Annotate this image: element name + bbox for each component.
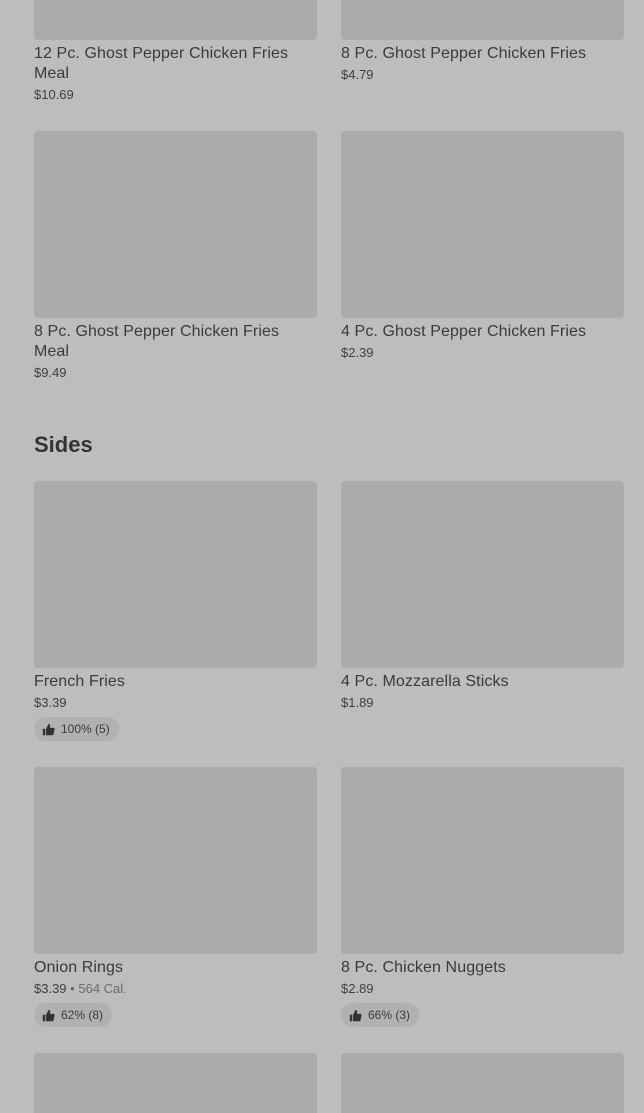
menu-item-card[interactable]: 8 Pc. Ghost Pepper Chicken Fries Meal $9… — [34, 131, 317, 382]
item-name: 8 Pc. Chicken Nuggets — [341, 959, 506, 976]
rating-text: 100% (5) — [61, 722, 110, 736]
item-name: 12 Pc. Ghost Pepper Chicken Fries Meal — [34, 45, 289, 82]
item-image[interactable] — [34, 0, 317, 40]
item-price: $1.89 — [341, 695, 374, 710]
item-price: $3.39 — [34, 981, 67, 996]
item-price: $2.39 — [341, 345, 374, 360]
section-title-sides: Sides — [34, 432, 93, 457]
menu-item-card[interactable]: Onion Rings $3.39 • 564 Cal. 62% (8) — [34, 767, 317, 1027]
rating-text: 66% (3) — [368, 1008, 411, 1022]
menu-item-card[interactable]: French Fries $3.39 100% (5) — [34, 481, 317, 741]
thumbs-up-icon — [42, 723, 55, 735]
item-image[interactable] — [341, 481, 624, 668]
item-name: French Fries — [34, 673, 125, 690]
item-image[interactable] — [34, 1053, 317, 1113]
item-image[interactable] — [341, 1053, 624, 1113]
item-name: 8 Pc. Ghost Pepper Chicken Fries — [341, 45, 587, 62]
menu-item-card[interactable]: 8 Pc. Chicken Nuggets $2.89 66% (3) — [341, 767, 624, 1027]
thumbs-up-icon — [349, 1009, 362, 1021]
rating-text: 62% (8) — [61, 1008, 104, 1022]
menu-page: 12 Pc. Ghost Pepper Chicken Fries Meal $… — [0, 0, 644, 1113]
item-price: $9.49 — [34, 365, 67, 380]
menu-item-card[interactable]: 8 Pc. Ghost Pepper Chicken Fries $4.79 — [341, 0, 624, 84]
item-name: 4 Pc. Mozzarella Sticks — [341, 673, 509, 690]
item-price: $3.39 — [34, 695, 67, 710]
rating-badge: 100% (5) — [34, 717, 119, 741]
rating-badge: 62% (8) — [34, 1003, 113, 1027]
item-image[interactable] — [341, 767, 624, 954]
item-price-line: $3.39 • 564 Cal. — [34, 980, 317, 998]
thumbs-up-icon — [42, 1009, 55, 1021]
menu-item-card[interactable]: 12 Pc. Ghost Pepper Chicken Fries Meal $… — [34, 0, 317, 104]
rating-badge: 66% (3) — [341, 1003, 420, 1027]
item-name: 4 Pc. Ghost Pepper Chicken Fries — [341, 323, 587, 340]
item-image[interactable] — [341, 0, 624, 40]
item-name: 8 Pc. Ghost Pepper Chicken Fries Meal — [34, 323, 280, 360]
menu-item-card[interactable]: 4 Pc. Mozzarella Sticks $1.89 — [341, 481, 624, 712]
separator: • — [70, 981, 75, 996]
item-image[interactable] — [34, 481, 317, 668]
item-image[interactable] — [34, 767, 317, 954]
item-name: Onion Rings — [34, 959, 124, 976]
menu-item-card[interactable]: 4 Pc. Ghost Pepper Chicken Fries $2.39 — [341, 131, 624, 362]
menu-item-card[interactable] — [34, 1053, 317, 1113]
item-image[interactable] — [341, 131, 624, 318]
item-price: $4.79 — [341, 67, 374, 82]
item-image[interactable] — [34, 131, 317, 318]
item-price: $10.69 — [34, 87, 74, 102]
item-price: $2.89 — [341, 981, 374, 996]
menu-item-card[interactable] — [341, 1053, 624, 1113]
item-calories: 564 Cal. — [78, 981, 127, 996]
